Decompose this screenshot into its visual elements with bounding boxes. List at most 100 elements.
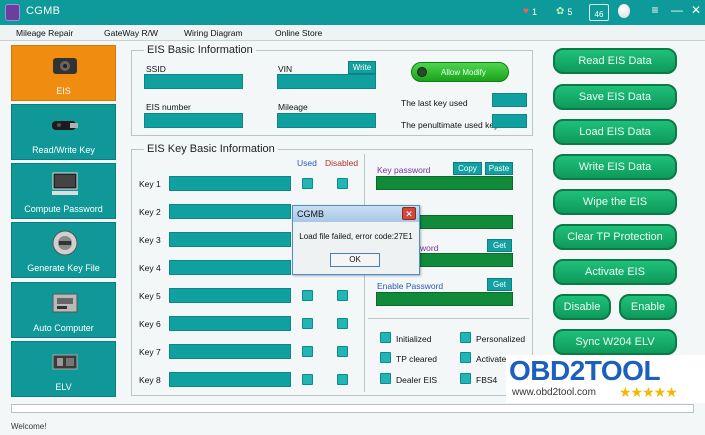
- key-disabled-checkbox[interactable]: [337, 346, 348, 357]
- activate-label: Activate: [476, 354, 507, 364]
- last-key-used-label: The last key used: [401, 98, 468, 108]
- eis-number-label: EIS number: [146, 102, 191, 112]
- get-password-button[interactable]: Get: [487, 239, 512, 252]
- menu-bar: Mileage Repair GateWay R/W Wiring Diagra…: [0, 25, 705, 41]
- key-label: Key 2: [139, 207, 161, 217]
- write-eis-data-button[interactable]: Write EIS Data: [553, 154, 677, 180]
- computer-icon: [50, 170, 80, 198]
- heart-icon: ♥: [523, 6, 529, 17]
- key-label: Key 8: [139, 375, 161, 385]
- status-divider: [368, 318, 529, 319]
- key-used-checkbox[interactable]: [302, 346, 313, 357]
- key-value-field[interactable]: [169, 204, 291, 219]
- activate-eis-button[interactable]: Activate EIS: [553, 259, 677, 285]
- eis-key-icon: [50, 52, 80, 80]
- fbs4-label: FBS4: [476, 375, 498, 385]
- key-disabled-checkbox[interactable]: [337, 374, 348, 385]
- get-enable-password-button[interactable]: Get: [487, 278, 512, 291]
- tp-cleared-label: TP cleared: [396, 354, 437, 364]
- vin-field[interactable]: [277, 74, 376, 89]
- key-password-field[interactable]: [376, 176, 513, 190]
- key-label: Key 1: [139, 179, 161, 189]
- sidebar-item-label: Read/Write Key: [32, 145, 95, 155]
- password-label-partial: word: [420, 243, 439, 253]
- key-label: Key 5: [139, 291, 161, 301]
- last-key-used-field: [492, 93, 527, 107]
- menu-mileage-repair[interactable]: Mileage Repair: [16, 28, 73, 38]
- dialog-message: Load file failed, error code:27E1: [299, 232, 413, 241]
- key-used-checkbox[interactable]: [302, 290, 313, 301]
- sidebar-item-label: ELV: [55, 382, 72, 392]
- initialized-label: Initialized: [396, 334, 432, 344]
- vin-label: VIN: [278, 64, 293, 74]
- dialog-close-button[interactable]: ✕: [402, 207, 416, 220]
- key-value-field[interactable]: [169, 260, 291, 275]
- minimize-button[interactable]: —: [670, 3, 684, 17]
- key-value-field[interactable]: [169, 344, 291, 359]
- key-value-field[interactable]: [169, 316, 291, 331]
- disabled-column-header: Disabled: [325, 158, 359, 168]
- key-disabled-checkbox[interactable]: [337, 178, 348, 189]
- save-eis-data-button[interactable]: Save EIS Data: [553, 84, 677, 110]
- key-label: Key 7: [139, 347, 161, 357]
- sidebar-item-compute-password[interactable]: Compute Password: [11, 163, 116, 219]
- watermark: OBD2TOOL www.obd2tool.com ★★★★★: [506, 355, 705, 403]
- ssid-label: SSID: [146, 64, 166, 74]
- key-used-checkbox[interactable]: [302, 178, 313, 189]
- title-bar: CGMB ♥ 1 ✿ 5 46 ≡ — ✕: [0, 0, 705, 25]
- personalized-indicator: [460, 332, 471, 343]
- sync-w204-elv-button[interactable]: Sync W204 ELV: [553, 329, 677, 355]
- toggle-indicator-icon: [417, 67, 427, 77]
- sidebar-item-label: Auto Computer: [33, 323, 94, 333]
- sidebar-item-auto-computer[interactable]: Auto Computer: [11, 282, 116, 338]
- dialog-ok-button[interactable]: OK: [330, 253, 380, 267]
- watermark-url: www.obd2tool.com: [512, 387, 596, 398]
- key-value-field[interactable]: [169, 232, 291, 247]
- eis-number-field[interactable]: [144, 113, 243, 128]
- used-column-header: Used: [297, 158, 317, 168]
- paste-button[interactable]: Paste: [485, 162, 513, 175]
- status-text: Welcome!: [11, 422, 47, 431]
- light-bulb-icon[interactable]: [618, 4, 630, 18]
- penultimate-key-used-field: [492, 114, 527, 128]
- enable-button[interactable]: Enable: [619, 294, 677, 320]
- menu-icon[interactable]: ≡: [648, 3, 662, 17]
- key-label: Key 4: [139, 263, 161, 273]
- mileage-field[interactable]: [277, 113, 376, 128]
- app-logo-icon: [5, 4, 20, 21]
- key-value-field[interactable]: [169, 288, 291, 303]
- key-disabled-checkbox[interactable]: [337, 290, 348, 301]
- sidebar-item-eis[interactable]: EIS: [11, 45, 116, 101]
- load-eis-data-button[interactable]: Load EIS Data: [553, 119, 677, 145]
- enable-password-label: Enable Password: [377, 281, 444, 291]
- key-used-checkbox[interactable]: [302, 318, 313, 329]
- wipe-eis-button[interactable]: Wipe the EIS: [553, 189, 677, 215]
- eis-key-info-title: EIS Key Basic Information: [144, 143, 278, 155]
- ssid-field[interactable]: [144, 74, 243, 89]
- allow-modify-toggle[interactable]: Allow Modify: [411, 62, 509, 82]
- write-vin-button[interactable]: Write: [348, 61, 376, 74]
- key-used-checkbox[interactable]: [302, 374, 313, 385]
- menu-wiring-diagram[interactable]: Wiring Diagram: [184, 28, 243, 38]
- key-value-field[interactable]: [169, 372, 291, 387]
- clear-tp-protection-button[interactable]: Clear TP Protection: [553, 224, 677, 250]
- read-eis-data-button[interactable]: Read EIS Data: [553, 48, 677, 74]
- dealer-eis-label: Dealer EIS: [396, 375, 438, 385]
- watermark-logo: OBD2TOOL: [509, 355, 661, 386]
- sidebar-item-elv[interactable]: ELV: [11, 341, 116, 397]
- fbs4-indicator: [460, 373, 471, 384]
- disable-button[interactable]: Disable: [553, 294, 611, 320]
- leaf-icon: ✿: [556, 6, 565, 17]
- close-button[interactable]: ✕: [689, 3, 703, 17]
- key-password-label: Key password: [377, 165, 431, 175]
- sidebar-item-generate-key-file[interactable]: Generate Key File: [11, 222, 116, 278]
- menu-gateway-rw[interactable]: GateWay R/W: [104, 28, 158, 38]
- sidebar-item-label: Generate Key File: [27, 263, 100, 273]
- key-disabled-checkbox[interactable]: [337, 318, 348, 329]
- key-value-field[interactable]: [169, 176, 291, 191]
- copy-button[interactable]: Copy: [453, 162, 482, 175]
- enable-password-field[interactable]: [376, 292, 513, 306]
- sidebar-item-read-write-key[interactable]: Read/Write Key: [11, 104, 116, 160]
- menu-online-store[interactable]: Online Store: [275, 28, 322, 38]
- ecu-icon: [50, 289, 80, 317]
